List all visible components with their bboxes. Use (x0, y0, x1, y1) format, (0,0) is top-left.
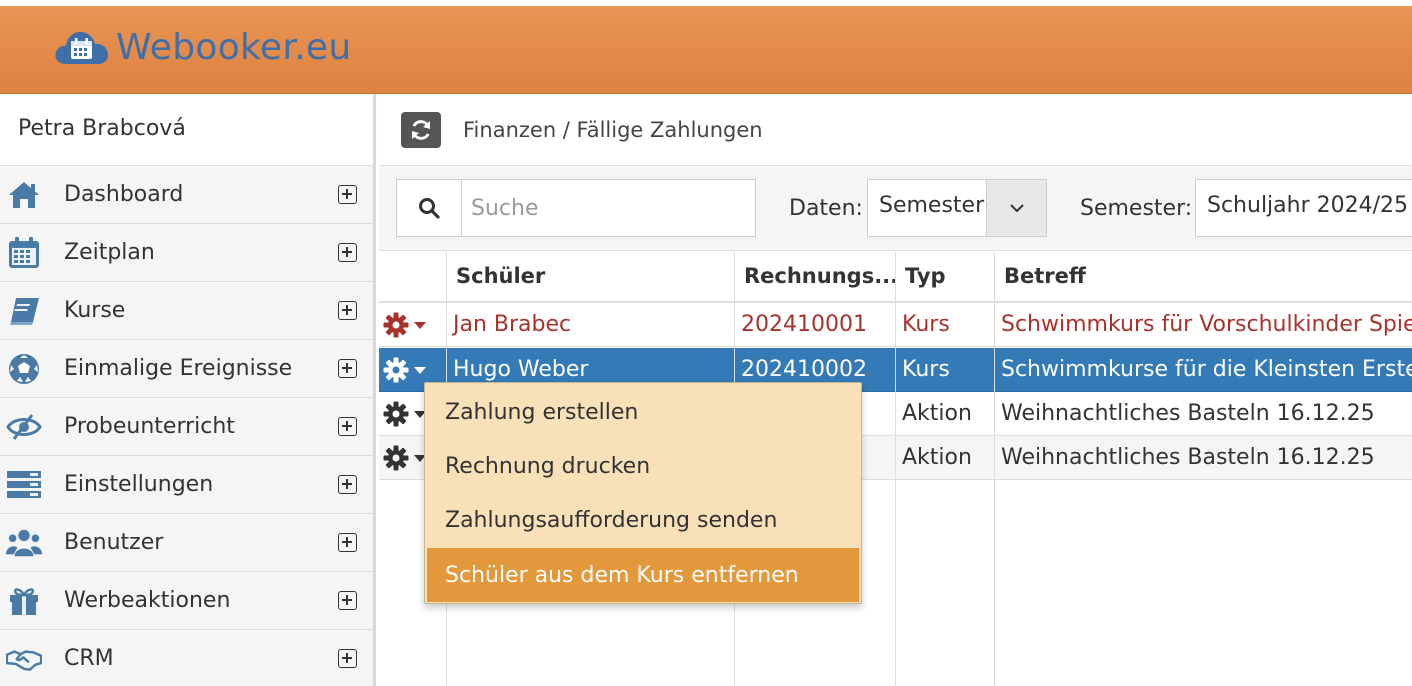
expand-plus-icon[interactable] (338, 475, 357, 494)
cell-subject: Weihnachtliches Basteln 16.12.25 (1001, 401, 1375, 426)
row-actions-toggle[interactable] (383, 401, 426, 427)
brand-name: Webooker.eu (116, 26, 352, 68)
gift-icon (6, 583, 42, 619)
sidebar-item-label: CRM (64, 646, 114, 671)
sidebar-item-label: Einstellungen (64, 472, 214, 497)
home-icon (6, 177, 42, 213)
eye-icon (6, 409, 42, 445)
cloud-calendar-icon (55, 31, 108, 64)
book-icon (6, 293, 42, 329)
sidebar-item-zeitplan[interactable]: Zeitplan (0, 224, 373, 282)
expand-plus-icon[interactable] (338, 185, 357, 204)
daten-select[interactable]: Semester (867, 179, 1047, 237)
expand-plus-icon[interactable] (338, 359, 357, 378)
expand-plus-icon[interactable] (338, 243, 357, 262)
cell-student[interactable]: Jan Brabec (447, 303, 735, 346)
column-divider (895, 252, 896, 686)
expand-plus-icon[interactable] (338, 417, 357, 436)
sidebar-item-dashboard[interactable]: Dashboard (0, 166, 373, 224)
breadcrumb: Finanzen / Fällige Zahlungen (463, 117, 763, 142)
cell-subject: Weihnachtliches Basteln 16.12.25 (1001, 445, 1375, 470)
sidebar-item-label: Werbeaktionen (64, 588, 231, 613)
search-box (396, 179, 756, 237)
cell-subject: Schwimmkurse für die Kleinsten Ersten (1001, 357, 1412, 382)
row-actions-toggle[interactable] (383, 357, 426, 383)
row-actions-toggle[interactable] (383, 312, 426, 338)
caret-down-icon (414, 321, 426, 329)
gear-icon (383, 445, 409, 471)
daten-select-value: Semester (879, 193, 985, 218)
sidebar-item-label: Kurse (64, 298, 126, 323)
row-actions-menu: Zahlung erstellen Rechnung drucken Zahlu… (424, 382, 862, 604)
sidebar: Petra Brabcová Dashboard Zeitplan Kurse … (0, 94, 376, 686)
menu-item-rechnung-drucken[interactable]: Rechnung drucken (427, 439, 859, 493)
daten-label: Daten: (789, 196, 863, 221)
gear-icon (383, 312, 409, 338)
menu-item-schueler-entfernen[interactable]: Schüler aus dem Kurs entfernen (427, 548, 859, 602)
column-header-typ[interactable]: Typ (896, 252, 995, 301)
menu-item-zahlungsaufforderung-senden[interactable]: Zahlungsaufforderung senden (427, 493, 859, 547)
logo[interactable]: Webooker.eu (52, 24, 351, 70)
cell-type: Aktion (902, 401, 972, 426)
search-icon (419, 198, 440, 219)
app-header: Webooker.eu (0, 6, 1412, 94)
gear-icon (383, 401, 409, 427)
column-header-betreff[interactable]: Betreff (995, 252, 1412, 301)
expand-plus-icon[interactable] (338, 649, 357, 668)
sidebar-item-label: Zeitplan (64, 240, 155, 265)
menu-item-zahlung-erstellen[interactable]: Zahlung erstellen (427, 385, 859, 439)
sidebar-item-label: Einmalige Ereignisse (64, 356, 293, 381)
sidebar-item-label: Dashboard (64, 182, 184, 207)
handshake-icon (6, 641, 42, 677)
sidebar-item-werbeaktionen[interactable]: Werbeaktionen (0, 572, 373, 630)
calendar-icon (6, 235, 42, 271)
sidebar-item-probeunterricht[interactable]: Probeunterricht (0, 398, 373, 456)
search-input[interactable] (463, 180, 755, 236)
server-icon (6, 467, 42, 503)
sidebar-item-benutzer[interactable]: Benutzer (0, 514, 373, 572)
semester-label: Semester: (1080, 196, 1193, 221)
search-button[interactable] (397, 180, 462, 236)
cell-type: Kurs (902, 312, 950, 337)
cell-invoice: 202410001 (741, 312, 867, 337)
sidebar-item-label: Benutzer (64, 530, 164, 555)
caret-down-icon (414, 366, 426, 374)
sidebar-item-einstellungen[interactable]: Einstellungen (0, 456, 373, 514)
cell-type: Aktion (902, 445, 972, 470)
sidebar-item-label: Probeunterricht (64, 414, 235, 439)
column-header-rechnung[interactable]: Rechnungs... (735, 252, 896, 301)
chevron-down-icon[interactable] (986, 180, 1046, 236)
filter-bar: Daten: Semester Semester: Schuljahr 2024… (379, 167, 1412, 251)
current-user-name[interactable]: Petra Brabcová (0, 94, 373, 166)
sidebar-item-crm[interactable]: CRM (0, 630, 373, 686)
column-header-schueler[interactable]: Schüler (447, 252, 735, 301)
semester-select[interactable]: Schuljahr 2024/25 (1195, 179, 1412, 237)
users-icon (6, 525, 42, 561)
cell-subject: Schwimmkurs für Vorschulkinder Spiel (1001, 312, 1412, 337)
sidebar-item-kurse[interactable]: Kurse (0, 282, 373, 340)
gear-icon (383, 357, 409, 383)
page-title-bar: Finanzen / Fällige Zahlungen (379, 94, 1412, 166)
row-actions-toggle[interactable] (383, 445, 426, 471)
semester-select-value: Schuljahr 2024/25 (1207, 193, 1409, 218)
refresh-button[interactable] (401, 111, 441, 148)
cell-type: Kurs (902, 357, 950, 382)
expand-plus-icon[interactable] (338, 533, 357, 552)
refresh-icon (412, 119, 430, 140)
column-divider (994, 252, 995, 686)
sidebar-item-einmalige-ereignisse[interactable]: Einmalige Ereignisse (0, 340, 373, 398)
expand-plus-icon[interactable] (338, 301, 357, 320)
soccer-ball-icon (6, 351, 42, 387)
expand-plus-icon[interactable] (338, 591, 357, 610)
